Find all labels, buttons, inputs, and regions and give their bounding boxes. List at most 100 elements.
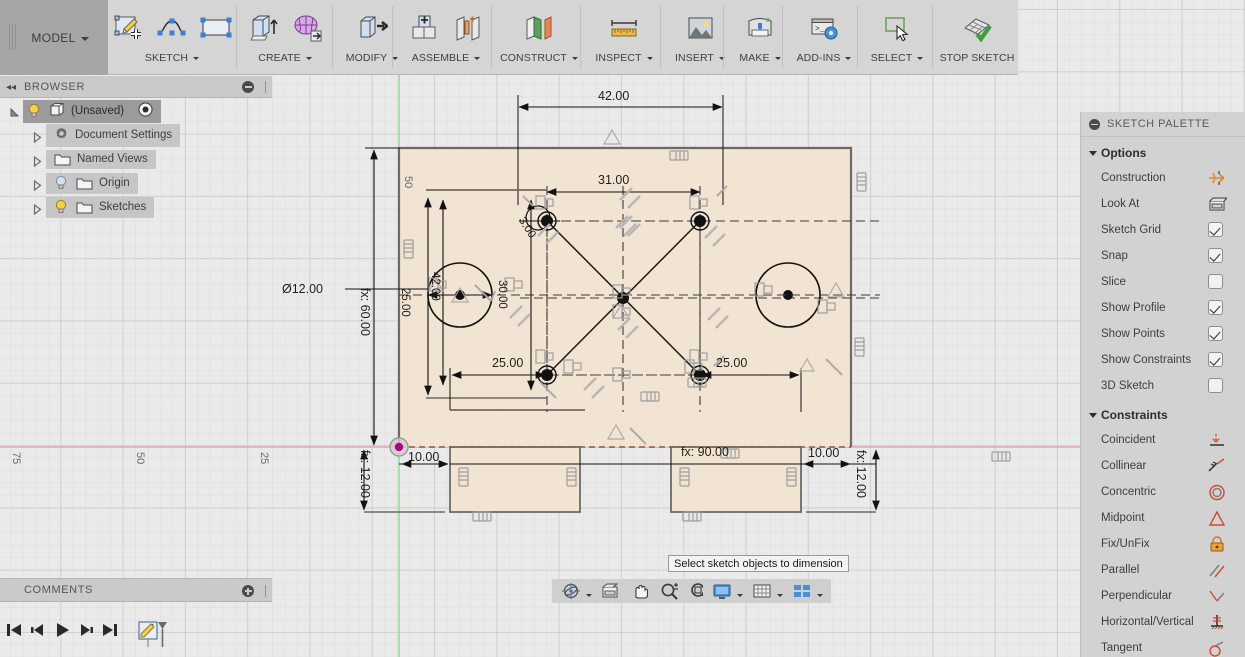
ribbon-group-label-assemble[interactable]: ASSEMBLE bbox=[412, 52, 480, 64]
look-at-icon[interactable] bbox=[1207, 195, 1227, 214]
show-constraints-checkbox[interactable] bbox=[1208, 352, 1223, 367]
tangent-icon[interactable] bbox=[1207, 639, 1227, 657]
palette-row-concentric[interactable]: Concentric bbox=[1081, 479, 1245, 505]
tree-item-unsaved[interactable]: (Unsaved) bbox=[0, 99, 272, 123]
expand-twisty-icon[interactable] bbox=[33, 130, 42, 141]
3d-sketch-checkbox[interactable] bbox=[1208, 378, 1223, 393]
palette-row-snap[interactable]: Snap bbox=[1081, 243, 1245, 269]
palette-row-tangent[interactable]: Tangent bbox=[1081, 635, 1245, 657]
collapse-left-icon[interactable]: ◂◂ bbox=[6, 82, 16, 93]
visibility-bulb-icon[interactable] bbox=[54, 175, 70, 191]
ribbon-group-label-make[interactable]: MAKE bbox=[739, 52, 780, 64]
parallel-icon[interactable] bbox=[1207, 561, 1227, 580]
ribbon-group-label-addins[interactable]: ADD-INS bbox=[797, 52, 852, 64]
tree-item-named-views[interactable]: Named Views bbox=[0, 147, 272, 171]
browser-minimize-icon[interactable] bbox=[242, 81, 254, 93]
ribbon-group-label-inspect[interactable]: INSPECT bbox=[595, 52, 652, 64]
palette-row-collinear[interactable]: Collinear bbox=[1081, 453, 1245, 479]
timeline-go-to-end-button[interactable] bbox=[100, 620, 122, 642]
viewports-icon[interactable] bbox=[789, 579, 815, 603]
palette-row-3d-sketch[interactable]: 3D Sketch bbox=[1081, 373, 1245, 399]
palette-section-title-options[interactable]: Options bbox=[1081, 142, 1245, 165]
dim-width-bottom[interactable]: fx: 90.00 bbox=[681, 445, 729, 459]
dim-center-right[interactable]: 25.00 bbox=[716, 356, 747, 370]
palette-row-fix-unfix[interactable]: Fix/UnFix bbox=[1081, 531, 1245, 557]
offset-plane-icon[interactable] bbox=[517, 4, 561, 52]
collinear-icon[interactable] bbox=[1207, 457, 1227, 476]
scripts-addins-icon[interactable]: >_ bbox=[802, 4, 846, 52]
palette-row-look-at[interactable]: Look At bbox=[1081, 191, 1245, 217]
expand-twisty-icon[interactable] bbox=[33, 178, 42, 189]
palette-row-perpendicular[interactable]: Perpendicular bbox=[1081, 583, 1245, 609]
horizontal-vertical-icon[interactable] bbox=[1207, 613, 1227, 632]
dim-height-overall[interactable]: fx: 60.00 bbox=[358, 288, 372, 336]
palette-row-construction[interactable]: Construction bbox=[1081, 165, 1245, 191]
timeline-go-to-beginning-button[interactable] bbox=[4, 620, 26, 642]
measure-icon[interactable] bbox=[602, 4, 646, 52]
dim-top-inner[interactable]: 31.00 bbox=[598, 173, 629, 187]
chevron-down-icon[interactable] bbox=[777, 594, 783, 597]
dim-center-left[interactable]: 25.00 bbox=[492, 356, 523, 370]
palette-section-title-constraints[interactable]: Constraints bbox=[1081, 404, 1245, 427]
perpendicular-icon[interactable] bbox=[1207, 587, 1227, 606]
eye-icon[interactable] bbox=[138, 102, 153, 120]
chevron-down-icon[interactable] bbox=[817, 594, 823, 597]
dim-vertical-25[interactable]: 25.00 bbox=[399, 288, 411, 317]
tree-item-document-settings[interactable]: Document Settings bbox=[0, 123, 272, 147]
dim-bottom-right-height[interactable]: fx: 12.00 bbox=[854, 450, 868, 498]
timeline-sketch-feature-marker[interactable] bbox=[138, 618, 164, 646]
pan-icon[interactable] bbox=[623, 579, 653, 603]
palette-row-show-constraints[interactable]: Show Constraints bbox=[1081, 347, 1245, 373]
dim-right-offset[interactable]: 10.00 bbox=[808, 446, 839, 460]
timeline-play-button[interactable] bbox=[52, 620, 74, 642]
press-pull-icon[interactable] bbox=[350, 4, 394, 52]
ribbon-group-stop-sketch[interactable]: STOP SKETCH bbox=[936, 0, 1018, 75]
zoom-icon[interactable] bbox=[653, 579, 683, 603]
look-at-icon[interactable] bbox=[597, 579, 623, 603]
palette-row-sketch-grid[interactable]: Sketch Grid bbox=[1081, 217, 1245, 243]
chevron-down-icon[interactable] bbox=[737, 594, 743, 597]
extrude-icon[interactable] bbox=[241, 4, 285, 52]
create-sketch-icon[interactable] bbox=[106, 4, 150, 52]
timeline-step-back-button[interactable] bbox=[28, 620, 50, 642]
expand-twisty-icon[interactable] bbox=[10, 106, 19, 117]
coincident-icon[interactable] bbox=[1207, 431, 1227, 450]
dim-vertical-42[interactable]: 42.00 bbox=[429, 272, 441, 301]
insert-image-icon[interactable] bbox=[678, 4, 722, 52]
dim-bottom-left-height[interactable]: fx: 12.00 bbox=[358, 450, 372, 498]
ribbon-group-label-stop-sketch[interactable]: STOP SKETCH bbox=[940, 52, 1015, 64]
palette-row-midpoint[interactable]: Midpoint bbox=[1081, 505, 1245, 531]
dim-left-offset[interactable]: 10.00 bbox=[408, 450, 439, 464]
show-points-checkbox[interactable] bbox=[1208, 326, 1223, 341]
ribbon-group-label-create[interactable]: CREATE bbox=[258, 52, 311, 64]
visibility-bulb-icon[interactable] bbox=[54, 199, 70, 215]
fix-unfix-icon[interactable] bbox=[1207, 535, 1227, 554]
palette-row-slice[interactable]: Slice bbox=[1081, 269, 1245, 295]
ribbon-group-label-modify[interactable]: MODIFY bbox=[346, 52, 398, 64]
stop-sketch-icon[interactable] bbox=[955, 4, 999, 52]
orbit-icon[interactable] bbox=[552, 579, 584, 603]
expand-twisty-icon[interactable] bbox=[33, 202, 42, 213]
dim-vertical-30[interactable]: 30.00 bbox=[496, 280, 508, 309]
ribbon-group-label-insert[interactable]: INSERT bbox=[675, 52, 725, 64]
visibility-bulb-icon[interactable] bbox=[27, 103, 43, 119]
palette-row-show-profile[interactable]: Show Profile bbox=[1081, 295, 1245, 321]
palette-row-show-points[interactable]: Show Points bbox=[1081, 321, 1245, 347]
select-window-icon[interactable] bbox=[875, 4, 919, 52]
palette-row-coincident[interactable]: Coincident bbox=[1081, 427, 1245, 453]
ribbon-group-label-construct[interactable]: CONSTRUCT bbox=[500, 52, 578, 64]
show-profile-checkbox[interactable] bbox=[1208, 300, 1223, 315]
sketch-grid-checkbox[interactable] bbox=[1208, 222, 1223, 237]
concentric-icon[interactable] bbox=[1207, 483, 1227, 502]
grid-snaps-icon[interactable] bbox=[749, 579, 775, 603]
dim-top-overall[interactable]: 42.00 bbox=[598, 89, 629, 103]
palette-minimize-icon[interactable] bbox=[1089, 119, 1100, 130]
ribbon-group-label-select[interactable]: SELECT bbox=[871, 52, 923, 64]
dim-diameter-left[interactable]: Ø12.00 bbox=[282, 282, 323, 296]
palette-row-horizontal-vertical[interactable]: Horizontal/Vertical bbox=[1081, 609, 1245, 635]
rectangle-icon[interactable] bbox=[194, 4, 238, 52]
snap-checkbox[interactable] bbox=[1208, 248, 1223, 263]
spline-icon[interactable] bbox=[150, 4, 194, 52]
slice-checkbox[interactable] bbox=[1208, 274, 1223, 289]
display-settings-icon[interactable] bbox=[703, 579, 735, 603]
